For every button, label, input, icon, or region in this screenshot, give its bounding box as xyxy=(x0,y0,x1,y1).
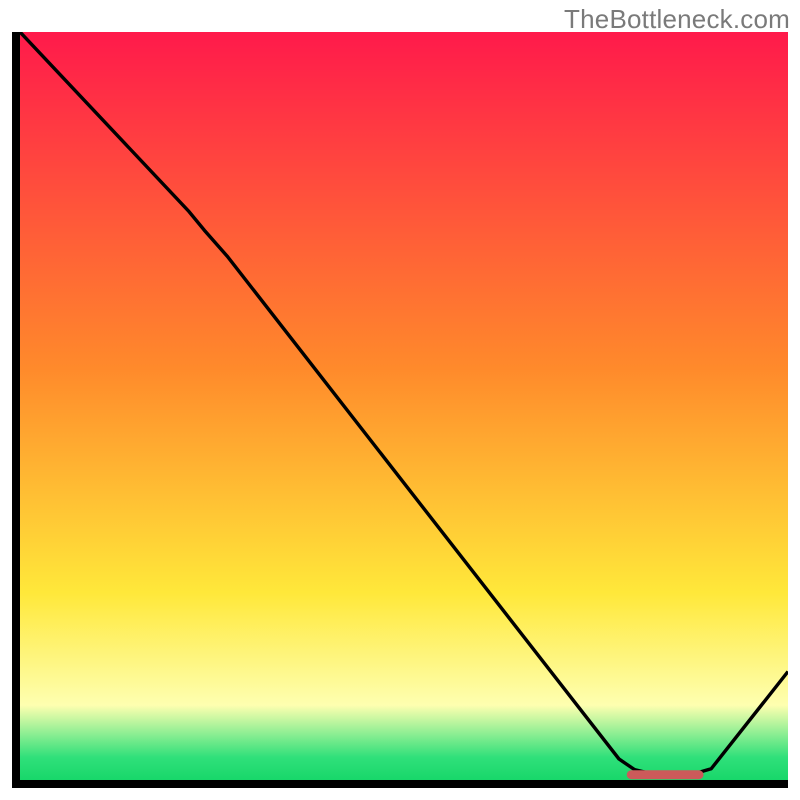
watermark-text: TheBottleneck.com xyxy=(564,4,790,35)
chart-container: TheBottleneck.com xyxy=(0,0,800,800)
plot-area xyxy=(20,32,788,780)
optimal-marker xyxy=(627,770,704,779)
chart-svg xyxy=(20,32,788,780)
gradient-background xyxy=(20,32,788,780)
